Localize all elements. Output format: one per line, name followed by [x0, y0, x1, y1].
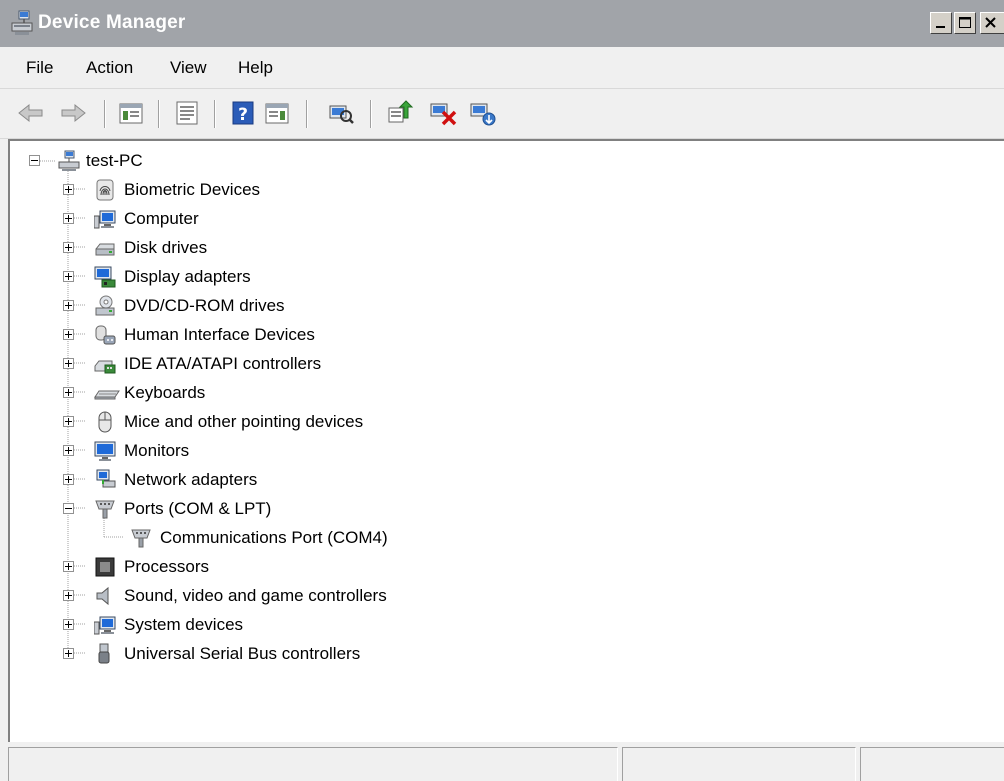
dvd-drive-icon: [95, 295, 115, 316]
status-bar: [0, 742, 1004, 781]
toolbar-separator: [306, 100, 308, 128]
toolbar-separator: [158, 100, 160, 128]
expand-toggle[interactable]: [63, 242, 74, 253]
tree-item-label: Sound, video and game controllers: [124, 586, 387, 605]
collapse-toggle[interactable]: [29, 155, 40, 166]
tree-item-label: Keyboards: [124, 383, 206, 402]
tree-item-label: Computer: [124, 209, 199, 228]
expand-toggle[interactable]: [63, 184, 74, 195]
tree-root-label: test-PC: [86, 151, 143, 170]
expand-toggle[interactable]: [63, 358, 74, 369]
minimize-icon: [936, 26, 945, 28]
tree-item-label: Ports (COM & LPT): [124, 499, 272, 518]
menu-file[interactable]: File: [26, 47, 53, 88]
menu-help[interactable]: Help: [238, 47, 273, 88]
window-title: Device Manager: [38, 12, 186, 33]
maximize-icon: [959, 17, 971, 28]
tree-item-label: IDE ATA/ATAPI controllers: [124, 354, 322, 373]
expand-toggle[interactable]: [63, 387, 74, 398]
help-icon[interactable]: ?: [228, 98, 258, 128]
port-icon: [131, 529, 151, 548]
forward-arrow-icon[interactable]: [58, 98, 88, 128]
mouse-icon: [98, 411, 112, 433]
disk-drive-icon: [95, 243, 115, 256]
expand-toggle[interactable]: [63, 619, 74, 630]
tree-item-label: Universal Serial Bus controllers: [124, 644, 361, 663]
scan-hardware-changes-icon[interactable]: [326, 98, 356, 128]
network-adapter-icon: [96, 469, 116, 488]
status-pane-tertiary: [860, 747, 1004, 781]
back-arrow-icon[interactable]: [16, 98, 46, 128]
uninstall-device-icon[interactable]: [428, 98, 458, 128]
keyboard-icon: [94, 390, 120, 400]
expand-toggle[interactable]: [63, 271, 74, 282]
close-button[interactable]: [980, 12, 1004, 34]
port-icon: [95, 500, 115, 519]
computer-icon: [94, 210, 116, 229]
device-manager-icon: [11, 10, 33, 35]
expand-toggle[interactable]: [63, 300, 74, 311]
usb-icon: [98, 643, 110, 664]
expand-toggle[interactable]: [63, 213, 74, 224]
expand-toggle[interactable]: [63, 329, 74, 340]
status-pane-secondary: [622, 747, 856, 781]
tree-item-label: Network adapters: [124, 470, 258, 489]
tree-item-label: DVD/CD-ROM drives: [124, 296, 285, 315]
toolbar: ?: [0, 89, 1004, 139]
tree-item-label: Mice and other pointing devices: [124, 412, 364, 431]
fingerprint-icon: [96, 179, 114, 201]
expand-toggle[interactable]: [63, 590, 74, 601]
toolbar-separator: [214, 100, 216, 128]
close-icon: [985, 17, 996, 28]
expand-toggle[interactable]: [63, 445, 74, 456]
tree-item-label: Display adapters: [124, 267, 251, 286]
status-pane-main: [8, 747, 618, 781]
tree-item-label: System devices: [124, 615, 244, 634]
collapse-toggle[interactable]: [63, 503, 74, 514]
expand-toggle[interactable]: [63, 416, 74, 427]
computer-network-icon: [58, 150, 80, 171]
computer-icon: [94, 616, 116, 635]
speaker-icon: [96, 586, 109, 606]
menu-bar: File Action View Help: [0, 47, 1004, 89]
toolbar-separator: [104, 100, 106, 128]
hid-icon: [95, 325, 116, 345]
tree-item-label: Human Interface Devices: [124, 325, 315, 344]
menu-action[interactable]: Action: [86, 47, 133, 88]
display-adapter-icon: [94, 266, 116, 288]
show-action-pane-icon[interactable]: [262, 98, 292, 128]
tree-item-label: Biometric Devices: [124, 180, 261, 199]
svg-text:?: ?: [238, 105, 248, 125]
tree-item-label: Processors: [124, 557, 210, 576]
minimize-button[interactable]: [930, 12, 952, 34]
ide-controller-icon: [94, 360, 116, 374]
toolbar-separator: [370, 100, 372, 128]
update-driver-icon[interactable]: [384, 98, 414, 128]
processor-icon: [95, 557, 115, 577]
title-bar[interactable]: Device Manager: [0, 0, 1004, 47]
expand-toggle[interactable]: [63, 561, 74, 572]
tree-item-label: Communications Port (COM4): [160, 528, 388, 547]
maximize-button[interactable]: [954, 12, 976, 34]
device-tree[interactable]: test-PC Biometric Devices Computer Disk …: [8, 139, 1004, 742]
device-manager-window: Device Manager File Action View Help ? t…: [0, 0, 1004, 781]
properties-icon[interactable]: [172, 98, 202, 128]
tree-item-label: Monitors: [124, 441, 190, 460]
expand-toggle[interactable]: [63, 474, 74, 485]
monitor-icon: [94, 441, 116, 461]
enable-device-icon[interactable]: [468, 98, 498, 128]
menu-view[interactable]: View: [170, 47, 207, 88]
expand-toggle[interactable]: [63, 648, 74, 659]
tree-item-label: Disk drives: [124, 238, 208, 257]
show-hide-console-tree-icon[interactable]: [116, 98, 146, 128]
